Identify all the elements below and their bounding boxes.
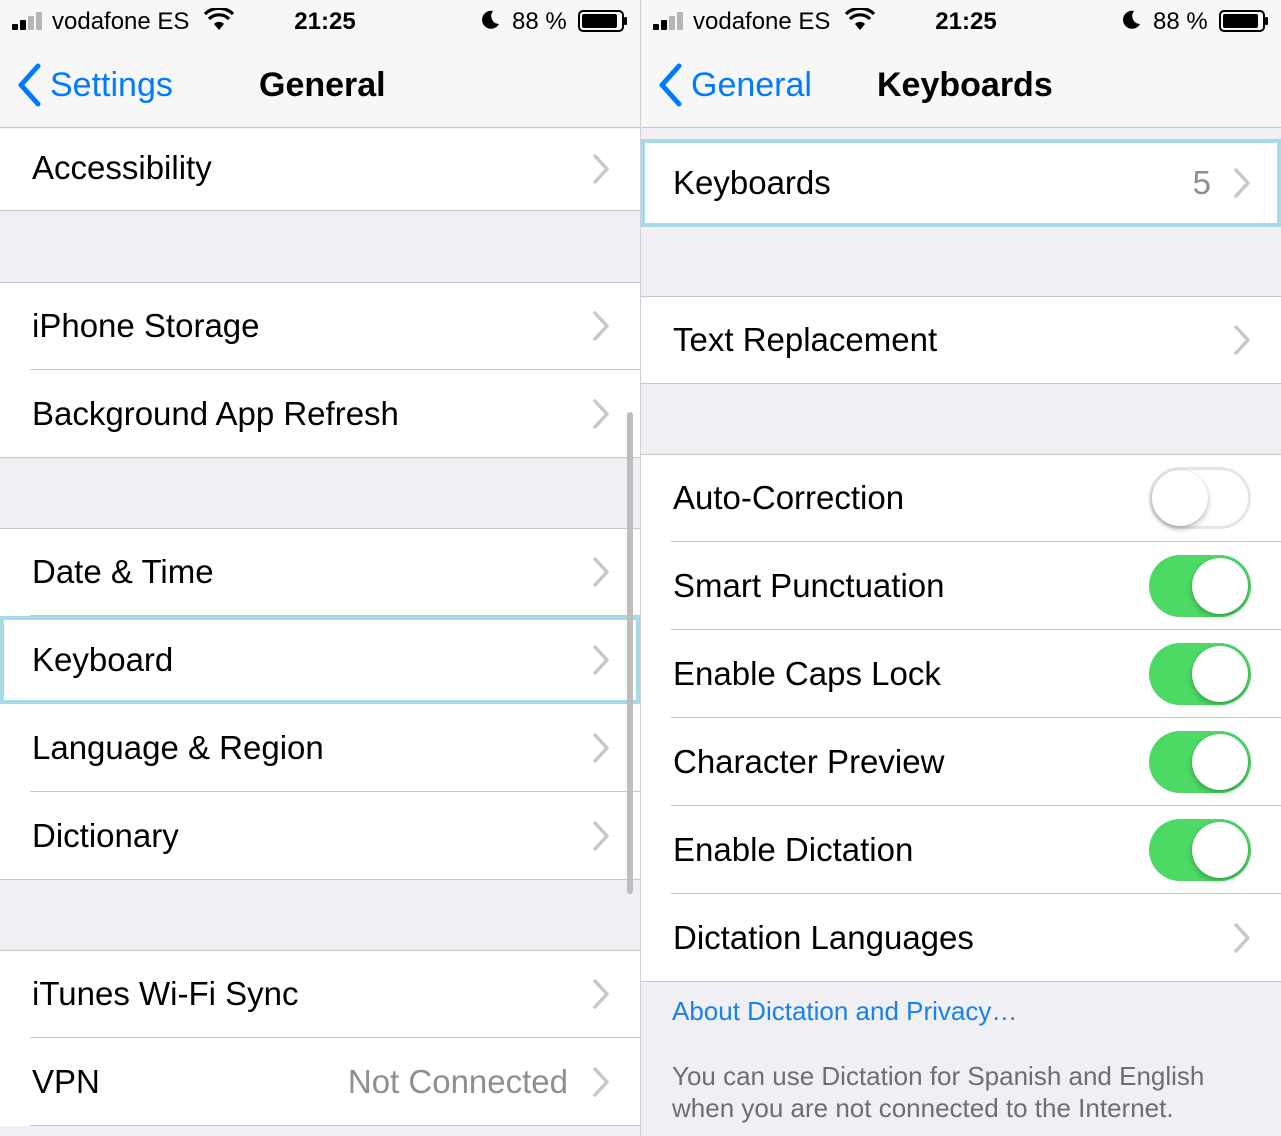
row-label: Enable Dictation bbox=[673, 831, 914, 868]
chevron-right-icon bbox=[593, 733, 609, 763]
dictation-footer-note: You can use Dictation for Spanish and En… bbox=[672, 1061, 1205, 1123]
row-vpn[interactable]: VPN Not Connected bbox=[0, 1038, 640, 1126]
toggle-knob bbox=[1192, 822, 1248, 878]
status-bar: vodafone ES 21:25 88 % bbox=[0, 0, 640, 42]
separator bbox=[30, 1125, 640, 1126]
row-label: VPN bbox=[32, 1063, 100, 1100]
chevron-right-icon bbox=[593, 311, 609, 341]
keyboards-count: 5 bbox=[1192, 164, 1211, 201]
row-label: Auto-Correction bbox=[673, 479, 905, 516]
row-background-app-refresh[interactable]: Background App Refresh bbox=[0, 370, 640, 458]
moon-icon bbox=[482, 10, 499, 29]
separator bbox=[0, 457, 640, 458]
row-dictation-languages[interactable]: Dictation Languages bbox=[641, 894, 1281, 982]
row-text-replacement[interactable]: Text Replacement bbox=[641, 296, 1281, 384]
chevron-right-icon bbox=[593, 557, 609, 587]
page-title: General bbox=[259, 66, 386, 104]
row-label: Language & Region bbox=[32, 729, 324, 766]
status-bar: vodafone ES 21:25 88 % bbox=[641, 0, 1281, 42]
keyboards-settings-screen: vodafone ES 21:25 88 % General Keyboards… bbox=[641, 0, 1281, 1136]
battery-percent: 88 % bbox=[1153, 8, 1208, 35]
chevron-right-icon bbox=[593, 821, 609, 851]
row-label: Date & Time bbox=[32, 553, 214, 590]
row-label: Text Replacement bbox=[673, 321, 938, 358]
chevron-right-icon bbox=[593, 1067, 609, 1097]
vpn-status: Not Connected bbox=[347, 1063, 568, 1100]
row-itunes-wifi-sync[interactable]: iTunes Wi-Fi Sync bbox=[0, 950, 640, 1038]
back-button[interactable]: General bbox=[657, 62, 812, 108]
row-character-preview: Character Preview bbox=[641, 718, 1281, 806]
character-preview-toggle[interactable] bbox=[1149, 731, 1251, 793]
row-label: Dictionary bbox=[32, 817, 179, 854]
row-label: iTunes Wi-Fi Sync bbox=[32, 975, 299, 1012]
row-date-time[interactable]: Date & Time bbox=[0, 528, 640, 616]
row-label: Smart Punctuation bbox=[673, 567, 945, 604]
battery-percent: 88 % bbox=[512, 8, 567, 35]
separator bbox=[0, 879, 640, 880]
chevron-right-icon bbox=[1234, 168, 1250, 198]
row-enable-caps-lock: Enable Caps Lock bbox=[641, 630, 1281, 718]
chevron-right-icon bbox=[593, 399, 609, 429]
row-language-region[interactable]: Language & Region bbox=[0, 704, 640, 792]
row-dictionary[interactable]: Dictionary bbox=[0, 792, 640, 880]
back-chevron-icon bbox=[659, 63, 682, 107]
row-label: Dictation Languages bbox=[673, 919, 974, 956]
row-label: Keyboards bbox=[673, 164, 831, 201]
smart-punctuation-toggle[interactable] bbox=[1149, 555, 1251, 617]
row-keyboards[interactable]: Keyboards 5 bbox=[641, 139, 1281, 227]
row-keyboard[interactable]: Keyboard bbox=[0, 616, 640, 704]
toggle-knob bbox=[1192, 558, 1248, 614]
auto-correction-toggle[interactable] bbox=[1149, 467, 1251, 529]
row-iphone-storage[interactable]: iPhone Storage bbox=[0, 282, 640, 370]
general-settings-screen: vodafone ES 21:25 88 % Settings General … bbox=[0, 0, 640, 1136]
toggle-knob bbox=[1192, 734, 1248, 790]
page-title: Keyboards bbox=[877, 66, 1053, 104]
row-label: Enable Caps Lock bbox=[673, 655, 941, 692]
back-button-label: Settings bbox=[50, 65, 173, 104]
chevron-right-icon bbox=[593, 979, 609, 1009]
dictation-toggle[interactable] bbox=[1149, 819, 1251, 881]
separator bbox=[641, 383, 1281, 384]
chevron-right-icon bbox=[1234, 325, 1250, 355]
row-label: Character Preview bbox=[673, 743, 945, 780]
separator bbox=[641, 981, 1281, 982]
navigation-bar: General Keyboards bbox=[641, 42, 1281, 128]
row-enable-dictation: Enable Dictation bbox=[641, 806, 1281, 894]
back-chevron-icon bbox=[18, 63, 41, 107]
row-label: Background App Refresh bbox=[32, 395, 399, 432]
navigation-bar: Settings General bbox=[0, 42, 640, 128]
row-auto-correction: Auto-Correction bbox=[641, 454, 1281, 542]
scrollbar[interactable] bbox=[627, 412, 633, 894]
caps-lock-toggle[interactable] bbox=[1149, 643, 1251, 705]
row-label: Accessibility bbox=[32, 149, 212, 186]
row-accessibility[interactable]: Accessibility bbox=[0, 129, 640, 211]
toggle-knob bbox=[1152, 470, 1208, 526]
row-label: Keyboard bbox=[32, 641, 174, 678]
dictation-privacy-link[interactable]: About Dictation and Privacy… bbox=[672, 996, 1017, 1027]
toggle-knob bbox=[1192, 646, 1248, 702]
back-button-label: General bbox=[691, 65, 812, 104]
chevron-right-icon bbox=[1234, 923, 1250, 953]
row-label: iPhone Storage bbox=[32, 307, 260, 344]
separator bbox=[0, 210, 640, 211]
battery-icon bbox=[1219, 10, 1268, 32]
chevron-right-icon bbox=[593, 154, 609, 184]
chevron-right-icon bbox=[593, 645, 609, 675]
row-smart-punctuation: Smart Punctuation bbox=[641, 542, 1281, 630]
moon-icon bbox=[1123, 10, 1140, 29]
battery-icon bbox=[578, 10, 627, 32]
back-button[interactable]: Settings bbox=[16, 62, 173, 108]
